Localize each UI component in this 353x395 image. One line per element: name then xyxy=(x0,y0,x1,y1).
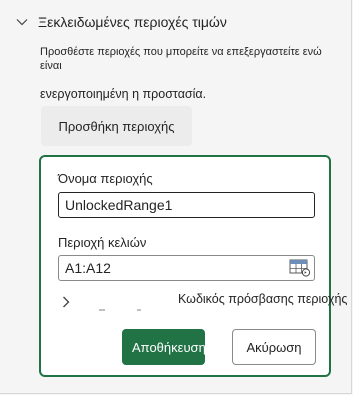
range-picker-icon[interactable] xyxy=(289,259,311,277)
collapsed-field-placeholder xyxy=(99,309,141,311)
chevron-right-icon[interactable] xyxy=(59,295,73,309)
range-edit-card: Όνομα περιοχής Περιοχή κελιών A1:A12 Κωδ… xyxy=(39,155,347,377)
cell-range-value: A1:A12 xyxy=(65,260,111,276)
section-description: Προσθέστε περιοχές που μπορείτε να επεξε… xyxy=(40,45,340,101)
chevron-down-icon xyxy=(16,19,28,26)
description-line-1: Προσθέστε περιοχές που μπορείτε να επεξε… xyxy=(40,46,322,72)
cell-range-label: Περιοχή κελιών xyxy=(58,235,147,250)
range-name-label: Όνομα περιοχής xyxy=(58,171,153,186)
range-name-input[interactable] xyxy=(58,192,315,218)
range-password-label: Κωδικός πρόσβασης περιοχής xyxy=(178,292,348,306)
description-line-2: ενεργοποιημένη η προστασία. xyxy=(40,87,207,101)
save-button[interactable]: Αποθήκευση xyxy=(122,329,205,365)
unlocked-ranges-pane: Ξεκλειδωμένες περιοχές τιμών Προσθέστε π… xyxy=(0,0,352,394)
cancel-button[interactable]: Ακύρωση xyxy=(232,329,316,365)
section-header-unlocked-ranges[interactable]: Ξεκλειδωμένες περιοχές τιμών xyxy=(16,10,227,34)
add-range-button[interactable]: Προσθήκη περιοχής xyxy=(41,106,192,146)
cell-range-input[interactable]: A1:A12 xyxy=(58,255,315,281)
section-title: Ξεκλειδωμένες περιοχές τιμών xyxy=(38,14,227,30)
